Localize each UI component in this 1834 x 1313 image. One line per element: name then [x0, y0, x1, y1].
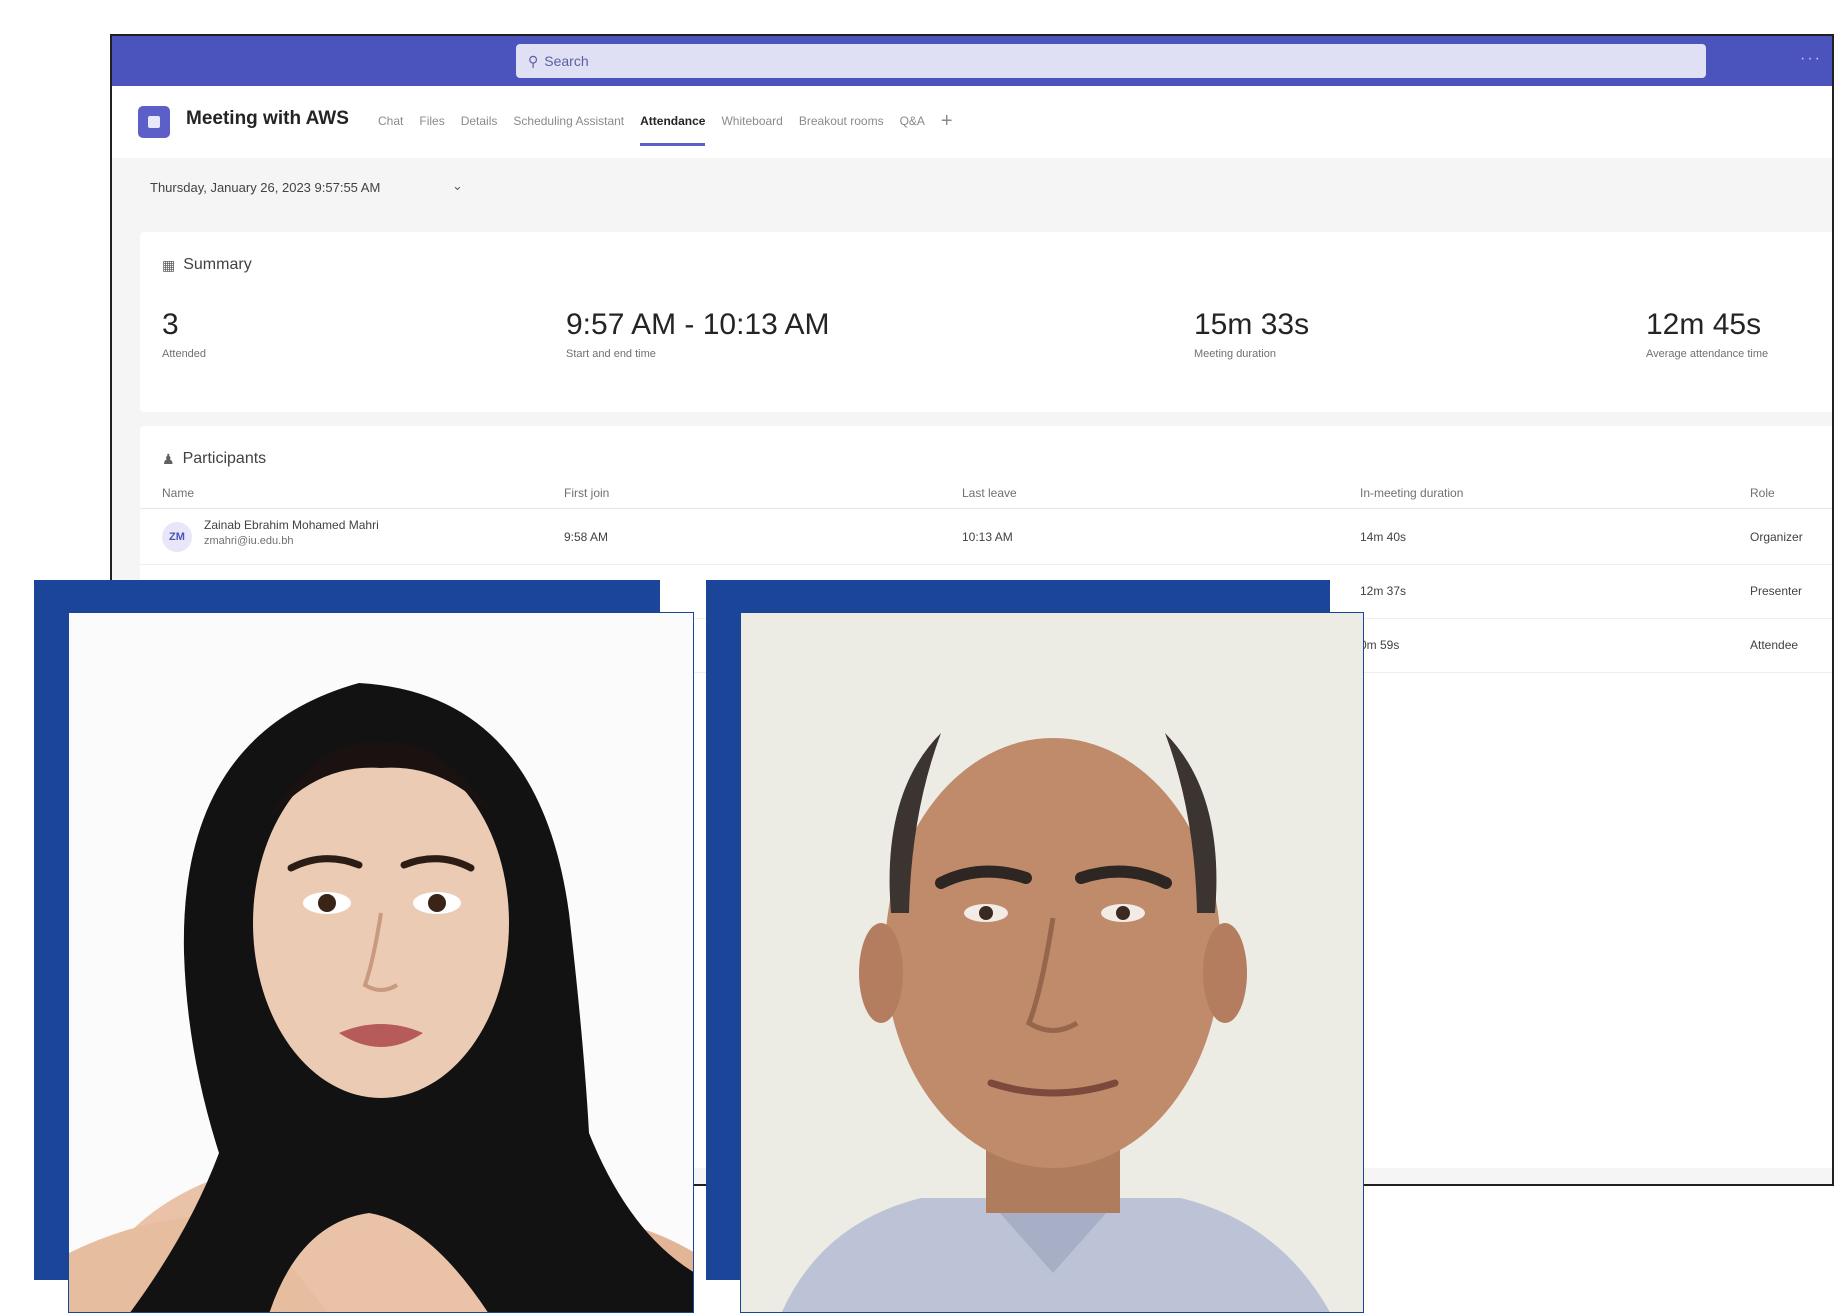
- calendar-icon: ▦: [162, 256, 176, 273]
- date-selector[interactable]: Thursday, January 26, 2023 9:57:55 AM ⌄: [112, 158, 1832, 216]
- tab-qa[interactable]: Q&A: [900, 114, 925, 146]
- portrait-photo-right: [740, 612, 1364, 1313]
- stat-value: 9:57 AM - 10:13 AM: [566, 308, 830, 341]
- stat-average-attendance: 12m 45s Average attendance time: [1646, 308, 1768, 360]
- stat-label: Attended: [162, 348, 207, 360]
- summary-card: ▦ Summary 3 Attended 9:57 AM - 10:13 AM …: [140, 232, 1832, 412]
- stat-value: 3: [162, 308, 179, 341]
- summary-header: ▦ Summary: [162, 256, 252, 274]
- first-join-cell: 9:58 AM: [564, 530, 609, 544]
- duration-cell: 0m 59s: [1360, 638, 1400, 652]
- stat-label: Start and end time: [566, 348, 656, 360]
- participant-email: zmahri@iu.edu.bh: [204, 535, 294, 547]
- role-cell: Presenter: [1750, 584, 1803, 598]
- tabs: Chat Files Details Scheduling Assistant …: [378, 111, 969, 146]
- portrait-photo-left: [68, 612, 694, 1313]
- stat-value: 15m 33s: [1194, 308, 1310, 341]
- participants-heading: Participants: [182, 450, 267, 467]
- tab-attendance[interactable]: Attendance: [640, 114, 706, 146]
- meeting-tab-bar: Meeting with AWS Chat Files Details Sche…: [112, 86, 1832, 159]
- avatar: ZM: [162, 522, 192, 552]
- summary-heading: Summary: [183, 256, 252, 273]
- last-leave-cell: 10:13 AM: [962, 530, 1013, 544]
- role-cell: Attendee: [1750, 638, 1799, 652]
- column-header-first-join[interactable]: First join: [564, 486, 609, 500]
- stat-value: 12m 45s: [1646, 308, 1762, 341]
- more-options-icon[interactable]: ···: [1800, 50, 1822, 68]
- tab-whiteboard[interactable]: Whiteboard: [721, 114, 782, 146]
- participant-name: Zainab Ebrahim Mohamed Mahri: [204, 518, 379, 532]
- stat-label: Meeting duration: [1194, 348, 1276, 360]
- duration-cell: 14m 40s: [1360, 530, 1407, 544]
- date-selector-value: Thursday, January 26, 2023 9:57:55 AM: [150, 180, 381, 195]
- stat-attended: 3 Attended: [162, 308, 206, 360]
- duration-cell: 12m 37s: [1360, 584, 1407, 598]
- tab-files[interactable]: Files: [419, 114, 444, 146]
- column-header-name[interactable]: Name: [162, 486, 194, 500]
- tab-breakout-rooms[interactable]: Breakout rooms: [799, 114, 884, 146]
- search-input[interactable]: ⚲ Search: [516, 44, 1706, 78]
- portrait-illustration-left: [69, 613, 693, 1312]
- stat-label: Average attendance time: [1646, 348, 1769, 360]
- meeting-icon: [138, 106, 170, 138]
- search-placeholder: Search: [544, 53, 589, 69]
- title-bar: ⚲ Search ···: [112, 36, 1832, 86]
- search-icon: ⚲: [528, 52, 539, 69]
- tab-scheduling-assistant[interactable]: Scheduling Assistant: [513, 114, 624, 146]
- column-header-duration[interactable]: In-meeting duration: [1360, 486, 1463, 500]
- participants-header: ♟ Participants: [162, 450, 266, 468]
- add-tab-icon[interactable]: +: [941, 111, 953, 146]
- meeting-title: Meeting with AWS: [186, 108, 349, 129]
- tab-chat[interactable]: Chat: [378, 114, 403, 146]
- column-header-role[interactable]: Role: [1750, 486, 1775, 500]
- stat-meeting-duration: 15m 33s Meeting duration: [1194, 308, 1309, 360]
- tab-details[interactable]: Details: [461, 114, 498, 146]
- portrait-illustration-right: [741, 613, 1363, 1312]
- chevron-down-icon[interactable]: ⌄: [452, 178, 463, 194]
- role-cell: Organizer: [1750, 530, 1803, 544]
- people-icon: ♟: [162, 450, 175, 467]
- table-row[interactable]: ZM Zainab Ebrahim Mohamed Mahri zmahri@i…: [140, 510, 1832, 565]
- stat-start-end-time: 9:57 AM - 10:13 AM Start and end time: [566, 308, 829, 360]
- header-divider: [140, 508, 1832, 509]
- column-header-last-leave[interactable]: Last leave: [962, 486, 1017, 500]
